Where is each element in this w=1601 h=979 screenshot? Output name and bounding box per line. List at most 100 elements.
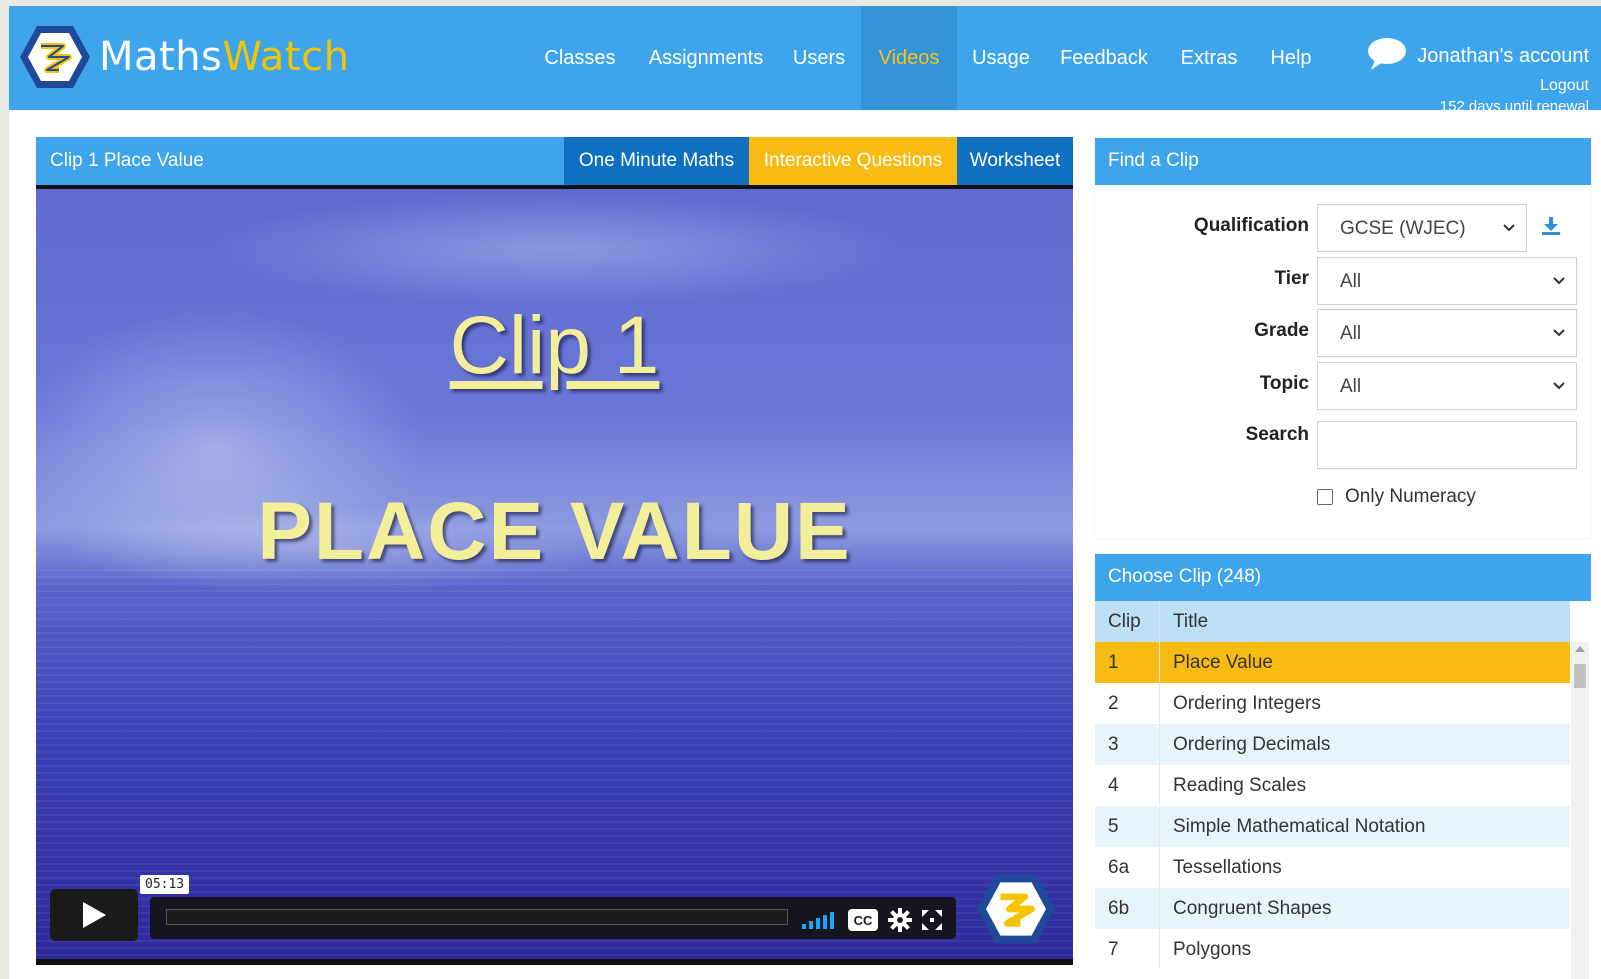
clip-row[interactable]: 5 Simple Mathematical Notation: [1095, 806, 1570, 847]
download-icon[interactable]: [1541, 216, 1561, 241]
row-divider: [1159, 683, 1160, 723]
clip-number: 1: [1108, 652, 1119, 673]
logout-link[interactable]: Logout: [1367, 77, 1589, 95]
cc-icon[interactable]: CC: [848, 909, 878, 936]
clip-title: Ordering Decimals: [1173, 734, 1331, 755]
search-input[interactable]: [1317, 421, 1577, 469]
clip-number: 4: [1108, 775, 1119, 796]
fullscreen-icon[interactable]: [922, 910, 942, 935]
only-numeracy-checkbox[interactable]: [1317, 489, 1333, 505]
nav-item-assignments[interactable]: Assignments: [641, 6, 771, 110]
nav-item-usage[interactable]: Usage: [965, 6, 1037, 110]
choose-clip-panel: Choose Clip (248) Clip Title 1 Place Val…: [1095, 554, 1591, 979]
main-nav: Classes Assignments Users Videos Usage F…: [9, 6, 1601, 110]
clip-title: Place Value: [1173, 652, 1273, 673]
only-numeracy-option[interactable]: Only Numeracy: [1317, 486, 1476, 508]
row-divider: [1159, 724, 1160, 764]
qualification-label: Qualification: [1193, 215, 1309, 236]
account-menu: Jonathan's account Logout 152 days until…: [1367, 36, 1589, 115]
play-icon: [83, 902, 106, 928]
tab-worksheet[interactable]: Worksheet: [957, 137, 1073, 185]
grade-value: All: [1340, 323, 1362, 344]
clip-row-selected[interactable]: 1 Place Value: [1095, 642, 1570, 683]
nav-item-users[interactable]: Users: [781, 6, 857, 110]
find-clip-panel: Find a Clip Qualification GCSE (WJEC) Ti…: [1095, 138, 1591, 538]
choose-clip-title: Choose Clip (248): [1095, 554, 1591, 601]
clip-number: 7: [1108, 939, 1119, 960]
scroll-thumb[interactable]: [1574, 664, 1586, 688]
tab-interactive-questions[interactable]: Interactive Questions: [749, 137, 957, 185]
tier-label: Tier: [1274, 268, 1309, 289]
progress-bar[interactable]: [166, 909, 788, 925]
topic-select[interactable]: All: [1317, 362, 1577, 410]
chevron-down-icon: [1553, 277, 1565, 285]
nav-item-videos[interactable]: Videos: [861, 6, 957, 110]
row-divider: [1159, 806, 1160, 846]
find-clip-title: Find a Clip: [1095, 138, 1591, 185]
tier-select[interactable]: All: [1317, 257, 1577, 305]
row-divider: [1159, 847, 1160, 887]
account-name[interactable]: Jonathan's account: [1417, 45, 1589, 68]
nav-item-classes[interactable]: Classes: [529, 6, 631, 110]
clip-title: Polygons: [1173, 939, 1252, 960]
mathswatch-watermark-icon: [977, 874, 1055, 944]
topic-label: Topic: [1259, 373, 1309, 394]
scroll-up-arrow-icon[interactable]: [1575, 646, 1585, 652]
clip-number: 5: [1108, 816, 1119, 837]
row-divider: [1159, 642, 1160, 682]
clip-row[interactable]: 6a Tessellations: [1095, 847, 1570, 888]
clip-row[interactable]: 4 Reading Scales: [1095, 765, 1570, 806]
tab-one-minute-maths[interactable]: One Minute Maths: [564, 137, 749, 185]
time-tooltip: 05:13: [140, 875, 190, 894]
chevron-down-icon: [1503, 224, 1515, 232]
account-name-row[interactable]: Jonathan's account: [1367, 36, 1589, 76]
video-header: Clip 1 Place Value One Minute Maths Inte…: [36, 137, 1073, 185]
video-controls: 05:13 CC: [50, 875, 956, 943]
qualification-value: GCSE (WJEC): [1340, 218, 1466, 239]
clip-table-header: Clip Title: [1095, 601, 1570, 642]
nav-item-feedback[interactable]: Feedback: [1049, 6, 1159, 110]
tier-value: All: [1340, 271, 1362, 292]
chat-bubble-icon[interactable]: [1367, 36, 1407, 76]
renewal-status: 152 days until renewal: [1439, 98, 1589, 115]
row-divider: [1159, 888, 1160, 928]
clip-title: Congruent Shapes: [1173, 898, 1332, 919]
video-clip-subtitle: PLACE VALUE: [257, 486, 852, 577]
topic-value: All: [1340, 376, 1362, 397]
clip-title: Reading Scales: [1173, 775, 1307, 796]
clip-row[interactable]: 3 Ordering Decimals: [1095, 724, 1570, 765]
nav-item-extras[interactable]: Extras: [1171, 6, 1247, 110]
clip-row[interactable]: 7 Polygons: [1095, 929, 1570, 970]
column-divider: [1159, 601, 1160, 642]
row-divider: [1159, 765, 1160, 805]
search-label: Search: [1245, 424, 1309, 445]
video-panel: Clip 1 Place Value One Minute Maths Inte…: [36, 137, 1073, 965]
clip-number: 2: [1108, 693, 1119, 714]
grade-label: Grade: [1254, 320, 1309, 341]
play-button[interactable]: [50, 889, 138, 941]
qualification-select[interactable]: GCSE (WJEC): [1317, 204, 1527, 252]
clip-list-scrollbar[interactable]: [1571, 642, 1589, 979]
column-clip[interactable]: Clip: [1108, 611, 1141, 633]
column-title[interactable]: Title: [1173, 611, 1208, 633]
video-player[interactable]: Clip 1 PLACE VALUE 05:13 CC: [36, 189, 1073, 959]
nav-item-help[interactable]: Help: [1259, 6, 1323, 110]
clip-row[interactable]: 6b Congruent Shapes: [1095, 888, 1570, 929]
row-divider: [1159, 929, 1160, 969]
only-numeracy-label: Only Numeracy: [1345, 486, 1476, 507]
svg-text:CC: CC: [854, 913, 873, 928]
clip-row[interactable]: 2 Ordering Integers: [1095, 683, 1570, 724]
top-navbar: MathsWatch Classes Assignments Users Vid…: [9, 6, 1601, 115]
volume-bars-icon[interactable]: [802, 911, 836, 934]
clip-title: Simple Mathematical Notation: [1173, 816, 1426, 837]
chevron-down-icon: [1553, 382, 1565, 390]
video-title: Clip 1 Place Value: [50, 150, 204, 171]
video-clip-heading: Clip 1: [449, 300, 660, 391]
clip-number: 6b: [1108, 898, 1130, 919]
gear-icon[interactable]: [888, 908, 912, 937]
clip-title: Ordering Integers: [1173, 693, 1321, 714]
clip-number: 3: [1108, 734, 1119, 755]
grade-select[interactable]: All: [1317, 309, 1577, 357]
clip-title: Tessellations: [1173, 857, 1282, 878]
clip-number: 6a: [1108, 857, 1130, 878]
